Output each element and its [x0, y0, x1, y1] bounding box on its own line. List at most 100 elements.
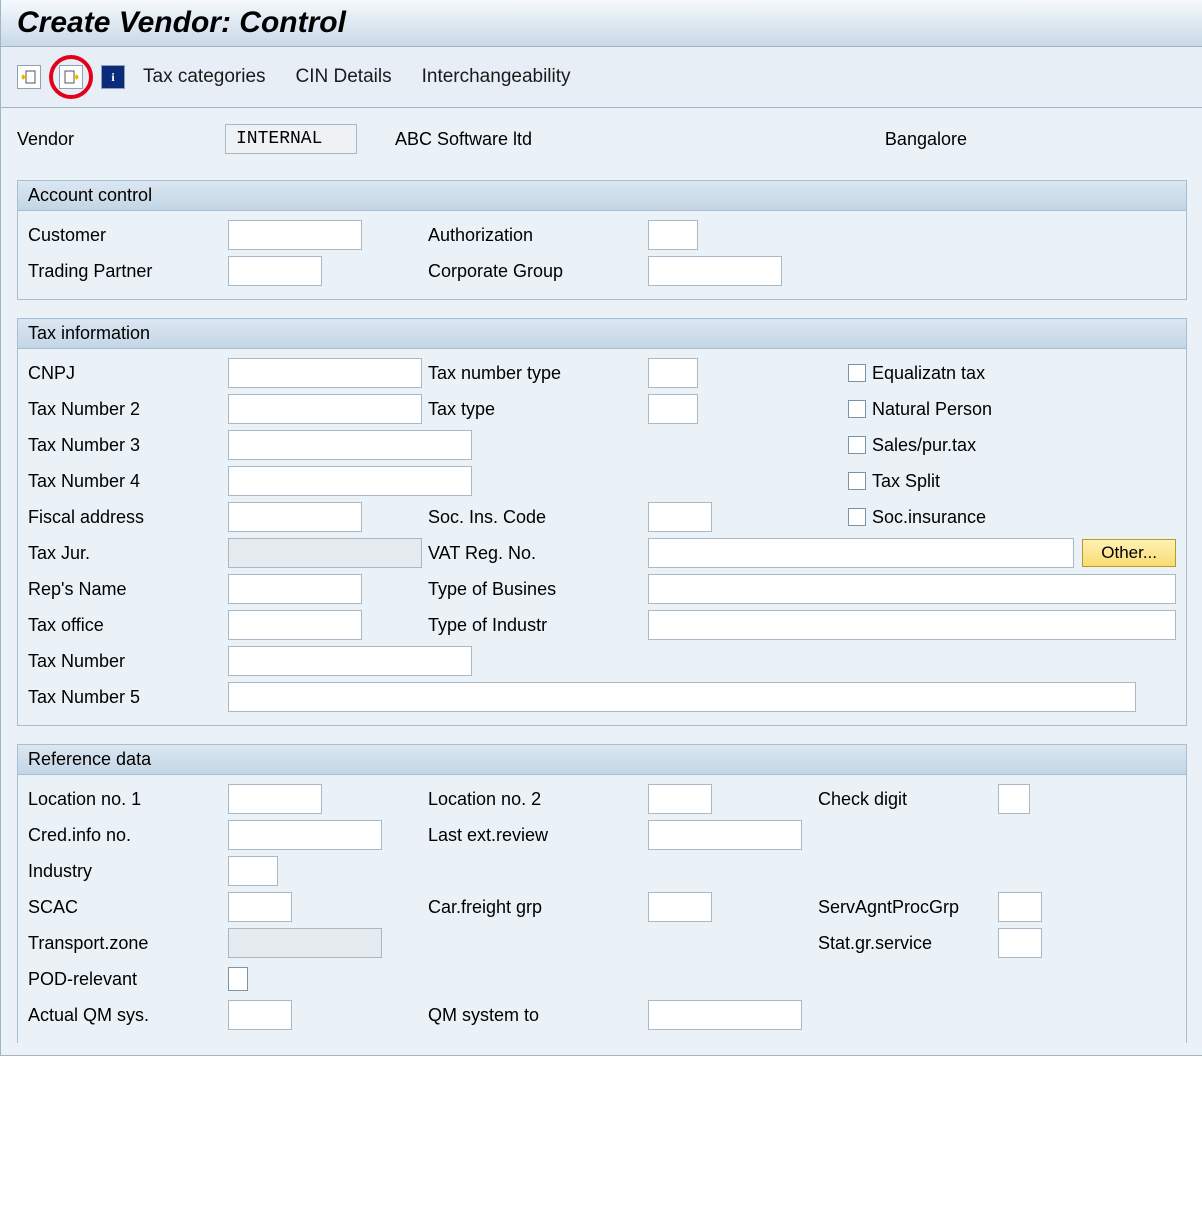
form-body: Vendor INTERNAL ABC Software ltd Bangalo…: [1, 108, 1202, 1055]
pod-relevant-checkbox[interactable]: [228, 967, 248, 991]
tax-number-2-label: Tax Number 2: [28, 399, 228, 420]
trading-partner-input[interactable]: [228, 256, 322, 286]
tax-number-type-input[interactable]: [648, 358, 698, 388]
tax-number-5-input[interactable]: [228, 682, 1136, 712]
tax-categories-button[interactable]: Tax categories: [131, 62, 278, 92]
reps-name-input[interactable]: [228, 574, 362, 604]
toolbar: i Tax categories CIN Details Interchange…: [1, 47, 1202, 108]
transport-zone-input[interactable]: [228, 928, 382, 958]
cnpj-input[interactable]: [228, 358, 422, 388]
prev-screen-icon[interactable]: [17, 65, 41, 89]
scac-label: SCAC: [28, 897, 228, 918]
stat-gr-service-label: Stat.gr.service: [818, 933, 998, 954]
fiscal-address-label: Fiscal address: [28, 507, 228, 528]
corporate-group-label: Corporate Group: [428, 261, 648, 282]
reference-data-header: Reference data: [18, 745, 1186, 775]
soc-ins-code-label: Soc. Ins. Code: [428, 507, 648, 528]
actual-qm-sys-input[interactable]: [228, 1000, 292, 1030]
soc-insurance-label: Soc.insurance: [872, 507, 986, 528]
location-no-1-label: Location no. 1: [28, 789, 228, 810]
interchangeability-button[interactable]: Interchangeability: [410, 62, 583, 92]
svg-text:i: i: [111, 70, 115, 84]
tax-type-input[interactable]: [648, 394, 698, 424]
tax-number-label: Tax Number: [28, 651, 228, 672]
tax-office-input[interactable]: [228, 610, 362, 640]
titlebar: Create Vendor: Control: [1, 0, 1202, 47]
vendor-header-row: Vendor INTERNAL ABC Software ltd Bangalo…: [11, 120, 1193, 172]
tax-number-3-label: Tax Number 3: [28, 435, 228, 456]
tax-number-4-label: Tax Number 4: [28, 471, 228, 492]
vendor-id-value: INTERNAL: [225, 124, 357, 154]
fiscal-address-input[interactable]: [228, 502, 362, 532]
car-freight-grp-label: Car.freight grp: [428, 897, 648, 918]
tax-office-label: Tax office: [28, 615, 228, 636]
stat-gr-service-input[interactable]: [998, 928, 1042, 958]
app-window: Create Vendor: Control i Tax categories …: [0, 0, 1202, 1056]
reference-data-group: Reference data Location no. 1 Location n…: [17, 744, 1187, 1043]
authorization-input[interactable]: [648, 220, 698, 250]
tax-jur-input[interactable]: [228, 538, 422, 568]
type-of-industry-label: Type of Industr: [428, 615, 648, 636]
last-ext-review-label: Last ext.review: [428, 825, 648, 846]
scac-input[interactable]: [228, 892, 292, 922]
car-freight-grp-input[interactable]: [648, 892, 712, 922]
cred-info-no-label: Cred.info no.: [28, 825, 228, 846]
qm-system-to-input[interactable]: [648, 1000, 802, 1030]
account-control-group: Account control Customer Authorization T…: [17, 180, 1187, 300]
vat-reg-no-label: VAT Reg. No.: [428, 543, 648, 564]
tax-type-label: Tax type: [428, 399, 648, 420]
check-digit-input[interactable]: [998, 784, 1030, 814]
info-icon[interactable]: i: [101, 65, 125, 89]
type-of-industry-input[interactable]: [648, 610, 1176, 640]
tax-information-header: Tax information: [18, 319, 1186, 349]
check-digit-label: Check digit: [818, 789, 998, 810]
highlighted-next-button: [49, 55, 93, 99]
tax-number-type-label: Tax number type: [428, 363, 648, 384]
cred-info-no-input[interactable]: [228, 820, 382, 850]
tax-number-3-input[interactable]: [228, 430, 472, 460]
natural-person-label: Natural Person: [872, 399, 992, 420]
industry-label: Industry: [28, 861, 228, 882]
vat-reg-no-input[interactable]: [648, 538, 1074, 568]
trading-partner-label: Trading Partner: [28, 261, 228, 282]
tax-split-label: Tax Split: [872, 471, 940, 492]
type-of-business-label: Type of Busines: [428, 579, 648, 600]
cnpj-label: CNPJ: [28, 363, 228, 384]
vendor-city-value: Bangalore: [885, 129, 967, 150]
soc-ins-code-input[interactable]: [648, 502, 712, 532]
qm-system-to-label: QM system to: [428, 1005, 648, 1026]
reps-name-label: Rep's Name: [28, 579, 228, 600]
industry-input[interactable]: [228, 856, 278, 886]
corporate-group-input[interactable]: [648, 256, 782, 286]
location-no-2-input[interactable]: [648, 784, 712, 814]
equalizatn-tax-label: Equalizatn tax: [872, 363, 985, 384]
sales-pur-tax-label: Sales/pur.tax: [872, 435, 976, 456]
tax-number-2-input[interactable]: [228, 394, 422, 424]
tax-number-input[interactable]: [228, 646, 472, 676]
sales-pur-tax-checkbox[interactable]: [848, 436, 866, 454]
customer-input[interactable]: [228, 220, 362, 250]
location-no-2-label: Location no. 2: [428, 789, 648, 810]
tax-split-checkbox[interactable]: [848, 472, 866, 490]
actual-qm-sys-label: Actual QM sys.: [28, 1005, 228, 1026]
natural-person-checkbox[interactable]: [848, 400, 866, 418]
type-of-business-input[interactable]: [648, 574, 1176, 604]
authorization-label: Authorization: [428, 225, 648, 246]
account-control-header: Account control: [18, 181, 1186, 211]
soc-insurance-checkbox[interactable]: [848, 508, 866, 526]
vendor-label: Vendor: [17, 129, 207, 150]
tax-number-5-label: Tax Number 5: [28, 687, 228, 708]
serv-agnt-proc-grp-input[interactable]: [998, 892, 1042, 922]
vendor-name-value: ABC Software ltd: [395, 129, 532, 150]
next-screen-icon[interactable]: [59, 65, 83, 89]
tax-number-4-input[interactable]: [228, 466, 472, 496]
location-no-1-input[interactable]: [228, 784, 322, 814]
cin-details-button[interactable]: CIN Details: [284, 62, 404, 92]
equalizatn-tax-checkbox[interactable]: [848, 364, 866, 382]
pod-relevant-label: POD-relevant: [28, 969, 228, 990]
last-ext-review-input[interactable]: [648, 820, 802, 850]
transport-zone-label: Transport.zone: [28, 933, 228, 954]
other-button[interactable]: Other...: [1082, 539, 1176, 567]
serv-agnt-proc-grp-label: ServAgntProcGrp: [818, 897, 998, 918]
tax-information-group: Tax information CNPJ Tax number type Equ…: [17, 318, 1187, 726]
